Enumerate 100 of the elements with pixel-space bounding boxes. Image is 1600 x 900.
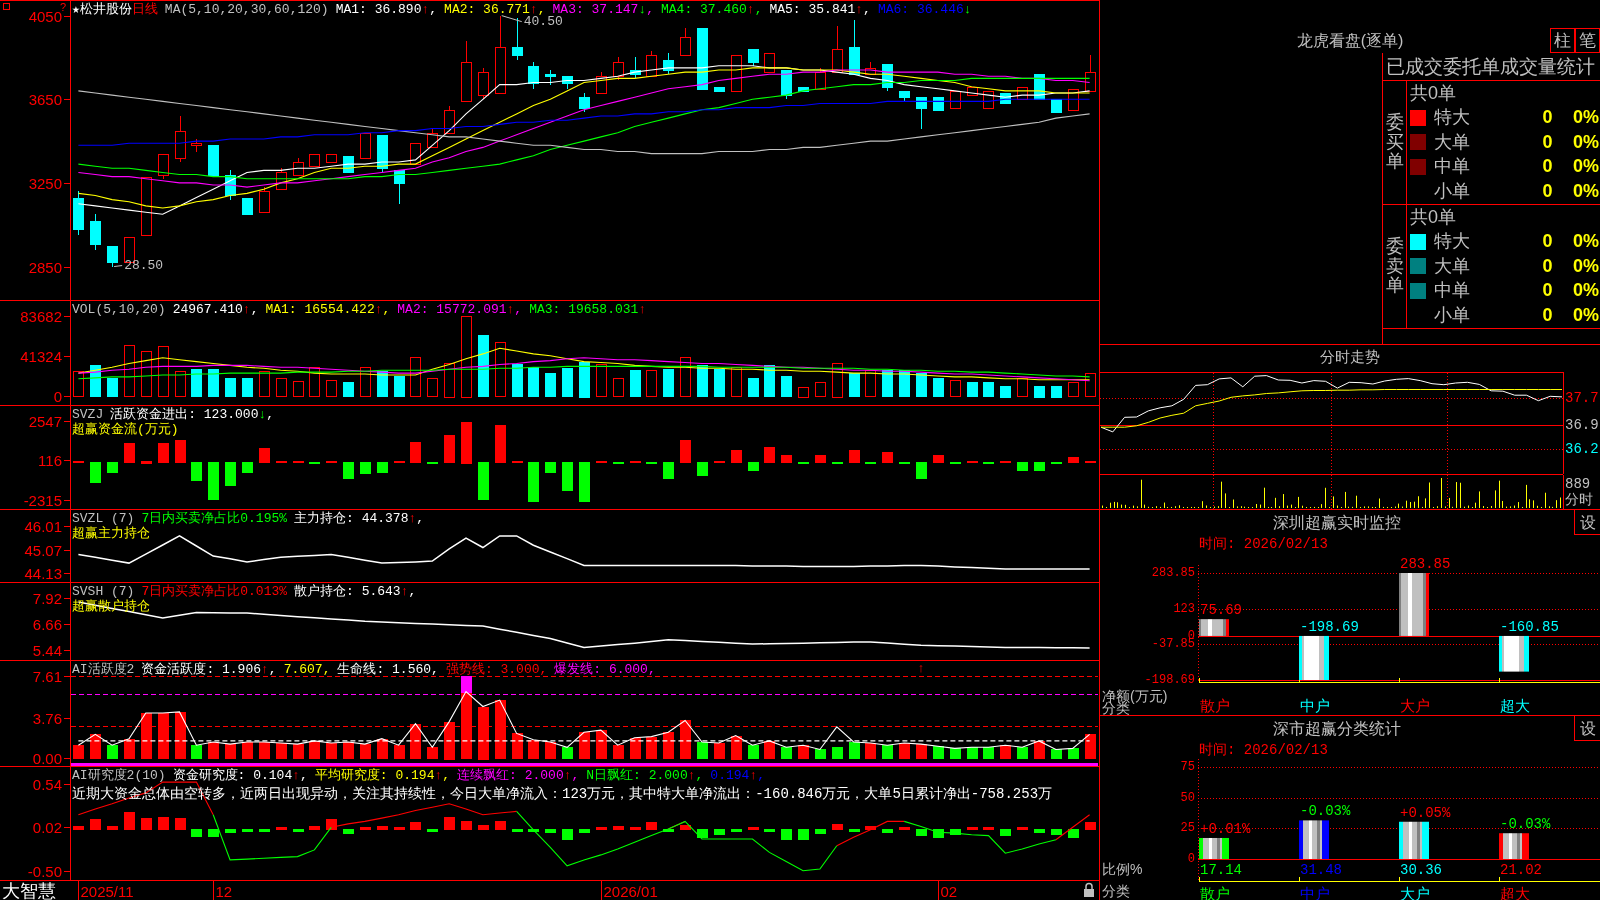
- volume-bar: [815, 382, 826, 397]
- axis-label: 分时: [1565, 492, 1593, 508]
- lock-icon: [1084, 882, 1094, 897]
- bar: [1199, 619, 1229, 636]
- axis-label: 123: [1173, 601, 1195, 616]
- axis-label: 116: [38, 452, 62, 469]
- indicator-title: SVSH (7): [72, 584, 135, 599]
- candlestick: [1085, 54, 1096, 92]
- fund-flow-bar: [697, 462, 708, 476]
- fund-flow-bar: [360, 462, 371, 474]
- volume-bar: [663, 369, 674, 397]
- axis-label: 37.7: [1565, 389, 1599, 406]
- fund-flow-bar: [849, 450, 860, 463]
- axis-label: -0.50: [27, 863, 62, 880]
- bar: [1299, 635, 1329, 680]
- row-label: 特大: [1434, 231, 1470, 252]
- candlestick: [512, 17, 523, 61]
- volume-bar: [764, 365, 775, 397]
- candlestick: [107, 246, 118, 268]
- period-label: 日线: [131, 2, 158, 17]
- research-bar: [613, 826, 624, 830]
- axis-label: 3250: [28, 175, 62, 192]
- research-bar: [663, 829, 674, 832]
- toolbar-button[interactable]: 柱: [1550, 28, 1575, 53]
- candlestick: [663, 52, 674, 75]
- activity-bar: [798, 745, 809, 759]
- activity-bar: [377, 739, 388, 759]
- axis-title: 净额(万元): [1102, 688, 1168, 704]
- candlestick: [697, 28, 708, 90]
- activity-bar: [579, 732, 590, 759]
- time-label: 时间: 2026/02/13: [1199, 536, 1328, 552]
- research-bar: [309, 826, 320, 830]
- research-bar: [899, 827, 910, 830]
- candlestick: [714, 87, 725, 92]
- research-bar: [512, 829, 523, 832]
- volume-bar: [697, 365, 708, 397]
- research-bar: [276, 827, 287, 830]
- volume-bar: [90, 365, 101, 397]
- axis-label: 45.07: [24, 542, 62, 559]
- indicator-reading: MA1: 36.890↑,: [335, 2, 438, 17]
- candlestick: [528, 61, 539, 90]
- candlestick: [646, 50, 657, 77]
- indicator-title: MA(5,10,20,30,60,120): [164, 2, 329, 17]
- candlestick: [343, 156, 354, 173]
- research-bar: [495, 821, 506, 830]
- axis-label: 6.66: [32, 616, 62, 633]
- bar: [1499, 635, 1529, 672]
- axis-label: 46.01: [24, 518, 62, 535]
- volume-bar: [293, 381, 304, 397]
- candlestick: [478, 67, 489, 100]
- date-label: 12: [215, 882, 233, 900]
- value-label: 17.14: [1200, 862, 1242, 878]
- fund-flow-bar: [208, 462, 219, 500]
- research-bar: [394, 827, 405, 830]
- activity-bar: [276, 743, 287, 759]
- activity-bar: [394, 745, 405, 759]
- order-percent: 0%: [1573, 280, 1599, 301]
- activity-bar: [663, 732, 674, 759]
- toolbar-button[interactable]: 笔: [1575, 28, 1600, 53]
- candlestick: [1068, 89, 1079, 111]
- activity-bar: [1017, 747, 1028, 759]
- volume-bar: [849, 373, 860, 397]
- volume-bar: [191, 369, 202, 397]
- volume-bar: [478, 335, 489, 397]
- axis-title: 分类: [1102, 883, 1130, 899]
- activity-bar: [815, 749, 826, 759]
- research-bar: [410, 822, 421, 830]
- indicator-reading: 资金活跃度: 1.906↑,: [141, 662, 277, 677]
- volume-bar: [545, 373, 556, 397]
- candlestick: [1034, 74, 1045, 100]
- volume-bar: [832, 363, 843, 398]
- volume-bar: [512, 364, 523, 397]
- fund-flow-bar: [175, 440, 186, 463]
- section-label: 委卖单: [1385, 236, 1404, 297]
- volume-bar: [1085, 373, 1096, 397]
- activity-bar: [410, 724, 421, 759]
- activity-bar: [832, 747, 843, 759]
- volume-bar: [933, 378, 944, 397]
- research-bar: [141, 818, 152, 830]
- research-bar: [1085, 822, 1096, 830]
- indicator-reading: 活跃资金进出: 123.000↓,: [110, 407, 275, 422]
- research-bar: [630, 827, 641, 830]
- activity-bar: [899, 743, 910, 759]
- research-bar: [1034, 829, 1045, 833]
- indicator-reading: 连续飘红: 2.000↑,: [457, 768, 580, 783]
- settings-button[interactable]: 设: [1574, 510, 1600, 535]
- activity-bar: [73, 745, 84, 759]
- activity-bar: [360, 744, 371, 759]
- axis-label: 0: [1187, 852, 1195, 866]
- settings-button[interactable]: 设: [1574, 716, 1600, 741]
- activity-bar: [596, 730, 607, 759]
- candlestick: [394, 170, 405, 205]
- activity-bar: [950, 748, 961, 759]
- activity-bar: [175, 712, 186, 759]
- axis-label: 75: [1180, 760, 1195, 774]
- value-label: 30.36: [1400, 862, 1442, 878]
- research-bar: [90, 819, 101, 830]
- candlestick: [410, 143, 421, 165]
- research-bar: [967, 827, 978, 830]
- candlestick: [276, 167, 287, 190]
